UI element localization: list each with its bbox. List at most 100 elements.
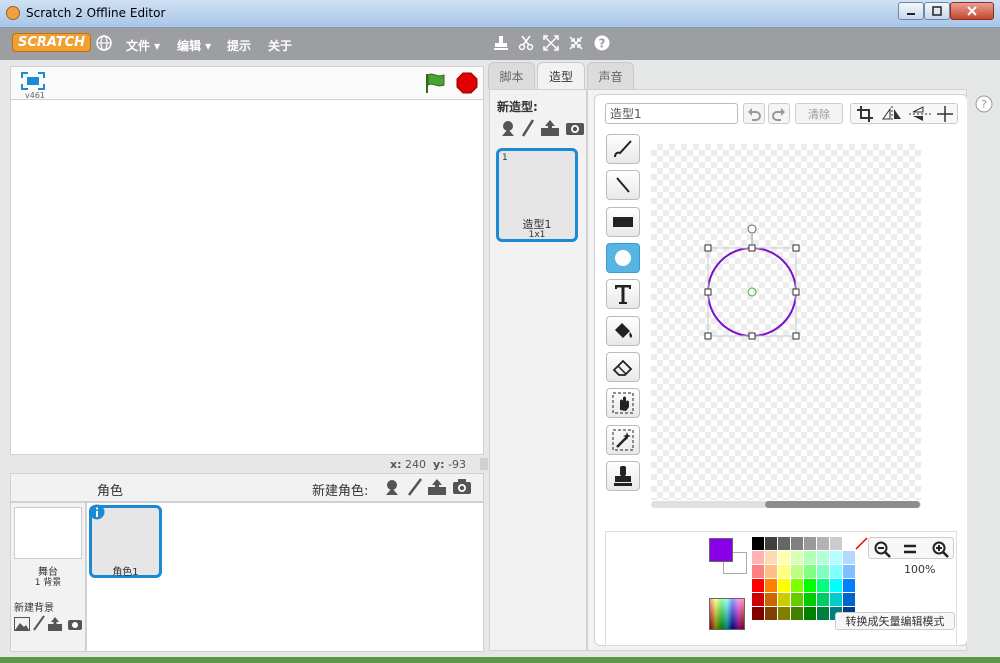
- tab-sounds[interactable]: 声音: [587, 62, 634, 89]
- palette-swatch[interactable]: [791, 537, 803, 550]
- palette-swatch[interactable]: [843, 537, 855, 550]
- paint-new-sprite-button[interactable]: [407, 478, 423, 499]
- eraser-tool[interactable]: [606, 352, 640, 382]
- costume-name-input[interactable]: [605, 103, 738, 124]
- palette-swatch[interactable]: [778, 593, 790, 606]
- resize-handle[interactable]: [704, 332, 712, 340]
- menu-edit[interactable]: 编辑 ▾: [177, 37, 211, 54]
- menu-file[interactable]: 文件 ▾: [126, 37, 160, 54]
- paint-canvas[interactable]: [651, 144, 921, 500]
- line-tool[interactable]: [606, 170, 640, 200]
- palette-swatch[interactable]: [778, 551, 790, 564]
- help-button[interactable]: ?: [975, 95, 993, 116]
- menu-about[interactable]: 关于: [268, 37, 292, 54]
- stamp-tool[interactable]: [606, 461, 640, 491]
- canvas-scrollbar-thumb[interactable]: [765, 501, 920, 508]
- upload-sprite-button[interactable]: [427, 478, 447, 499]
- palette-swatch[interactable]: [752, 537, 764, 550]
- color-picker-button[interactable]: [709, 598, 745, 630]
- stage-canvas[interactable]: [10, 99, 484, 455]
- palette-swatch[interactable]: [765, 579, 777, 592]
- costume-tile[interactable]: 1 造型1 1x1: [496, 148, 578, 242]
- resize-handle[interactable]: [748, 244, 756, 252]
- convert-to-vector-button[interactable]: 转换成矢量编辑模式: [835, 612, 955, 630]
- resize-handle[interactable]: [792, 288, 800, 296]
- remove-background-tool[interactable]: [606, 425, 640, 455]
- primary-color-swatch[interactable]: [709, 538, 733, 562]
- palette-swatch[interactable]: [791, 551, 803, 564]
- palette-swatch[interactable]: [830, 565, 842, 578]
- undo-button[interactable]: [743, 103, 765, 124]
- backdrop-library-button[interactable]: [14, 617, 30, 634]
- sprite-from-library-button[interactable]: [383, 478, 401, 499]
- zoom-reset-button[interactable]: [901, 540, 919, 561]
- grow-tool[interactable]: [542, 34, 560, 52]
- tab-costumes[interactable]: 造型: [537, 62, 585, 90]
- duplicate-tool[interactable]: [492, 34, 510, 52]
- palette-swatch[interactable]: [778, 565, 790, 578]
- zoom-in-button[interactable]: [931, 540, 949, 561]
- upload-backdrop-button[interactable]: [47, 616, 63, 635]
- palette-swatch[interactable]: [804, 607, 816, 620]
- palette-swatch[interactable]: [843, 593, 855, 606]
- set-center-button[interactable]: [937, 106, 953, 125]
- palette-swatch[interactable]: [843, 551, 855, 564]
- palette-swatch[interactable]: [765, 537, 777, 550]
- flip-vertical-button[interactable]: [909, 106, 931, 125]
- resize-handle[interactable]: [704, 288, 712, 296]
- delete-tool[interactable]: [517, 34, 535, 52]
- minimize-button[interactable]: [898, 2, 924, 20]
- camera-sprite-button[interactable]: [452, 478, 472, 499]
- palette-swatch[interactable]: [765, 593, 777, 606]
- redo-button[interactable]: [768, 103, 790, 124]
- palette-swatch[interactable]: [791, 607, 803, 620]
- palette-swatch[interactable]: [817, 607, 829, 620]
- stage-thumbnail[interactable]: [14, 507, 82, 559]
- palette-swatch[interactable]: [817, 565, 829, 578]
- costume-library-button[interactable]: [499, 119, 517, 140]
- clear-button[interactable]: 清除: [795, 103, 843, 124]
- palette-swatch[interactable]: [765, 607, 777, 620]
- camera-backdrop-button[interactable]: [67, 617, 83, 634]
- palette-swatch[interactable]: [804, 579, 816, 592]
- stop-button[interactable]: [456, 72, 478, 97]
- resize-handle[interactable]: [792, 244, 800, 252]
- palette-swatch[interactable]: [843, 579, 855, 592]
- select-tool[interactable]: [606, 388, 640, 418]
- resize-handle[interactable]: [748, 332, 756, 340]
- palette-swatch[interactable]: [791, 593, 803, 606]
- palette-swatch[interactable]: [791, 579, 803, 592]
- resize-handle[interactable]: [704, 244, 712, 252]
- text-tool[interactable]: [606, 279, 640, 309]
- palette-swatch[interactable]: [830, 551, 842, 564]
- palette-swatch[interactable]: [752, 565, 764, 578]
- rotate-handle[interactable]: [747, 224, 757, 234]
- palette-swatch[interactable]: [804, 537, 816, 550]
- ellipse-tool[interactable]: [606, 243, 640, 273]
- palette-swatch[interactable]: [791, 565, 803, 578]
- palette-swatch[interactable]: [830, 593, 842, 606]
- palette-swatch[interactable]: [817, 537, 829, 550]
- palette-swatch[interactable]: [804, 565, 816, 578]
- close-button[interactable]: [950, 2, 994, 20]
- paint-costume-button[interactable]: [521, 119, 535, 140]
- palette-swatch[interactable]: [752, 607, 764, 620]
- palette-swatch[interactable]: [752, 579, 764, 592]
- language-button[interactable]: [95, 34, 113, 52]
- palette-swatch[interactable]: [817, 551, 829, 564]
- help-tool[interactable]: ?: [593, 34, 611, 52]
- palette-swatch[interactable]: [778, 537, 790, 550]
- palette-swatch[interactable]: [830, 537, 842, 550]
- palette-swatch[interactable]: [830, 579, 842, 592]
- palette-swatch[interactable]: [765, 565, 777, 578]
- camera-costume-button[interactable]: [565, 120, 585, 139]
- resize-handle[interactable]: [792, 332, 800, 340]
- stage-collapse-handle[interactable]: [480, 458, 488, 470]
- palette-swatch[interactable]: [752, 551, 764, 564]
- flip-horizontal-button[interactable]: [881, 106, 903, 125]
- drawn-circle[interactable]: [707, 247, 797, 337]
- brush-tool[interactable]: [606, 134, 640, 164]
- palette-swatch[interactable]: [804, 551, 816, 564]
- palette-swatch[interactable]: [804, 593, 816, 606]
- shrink-tool[interactable]: [567, 34, 585, 52]
